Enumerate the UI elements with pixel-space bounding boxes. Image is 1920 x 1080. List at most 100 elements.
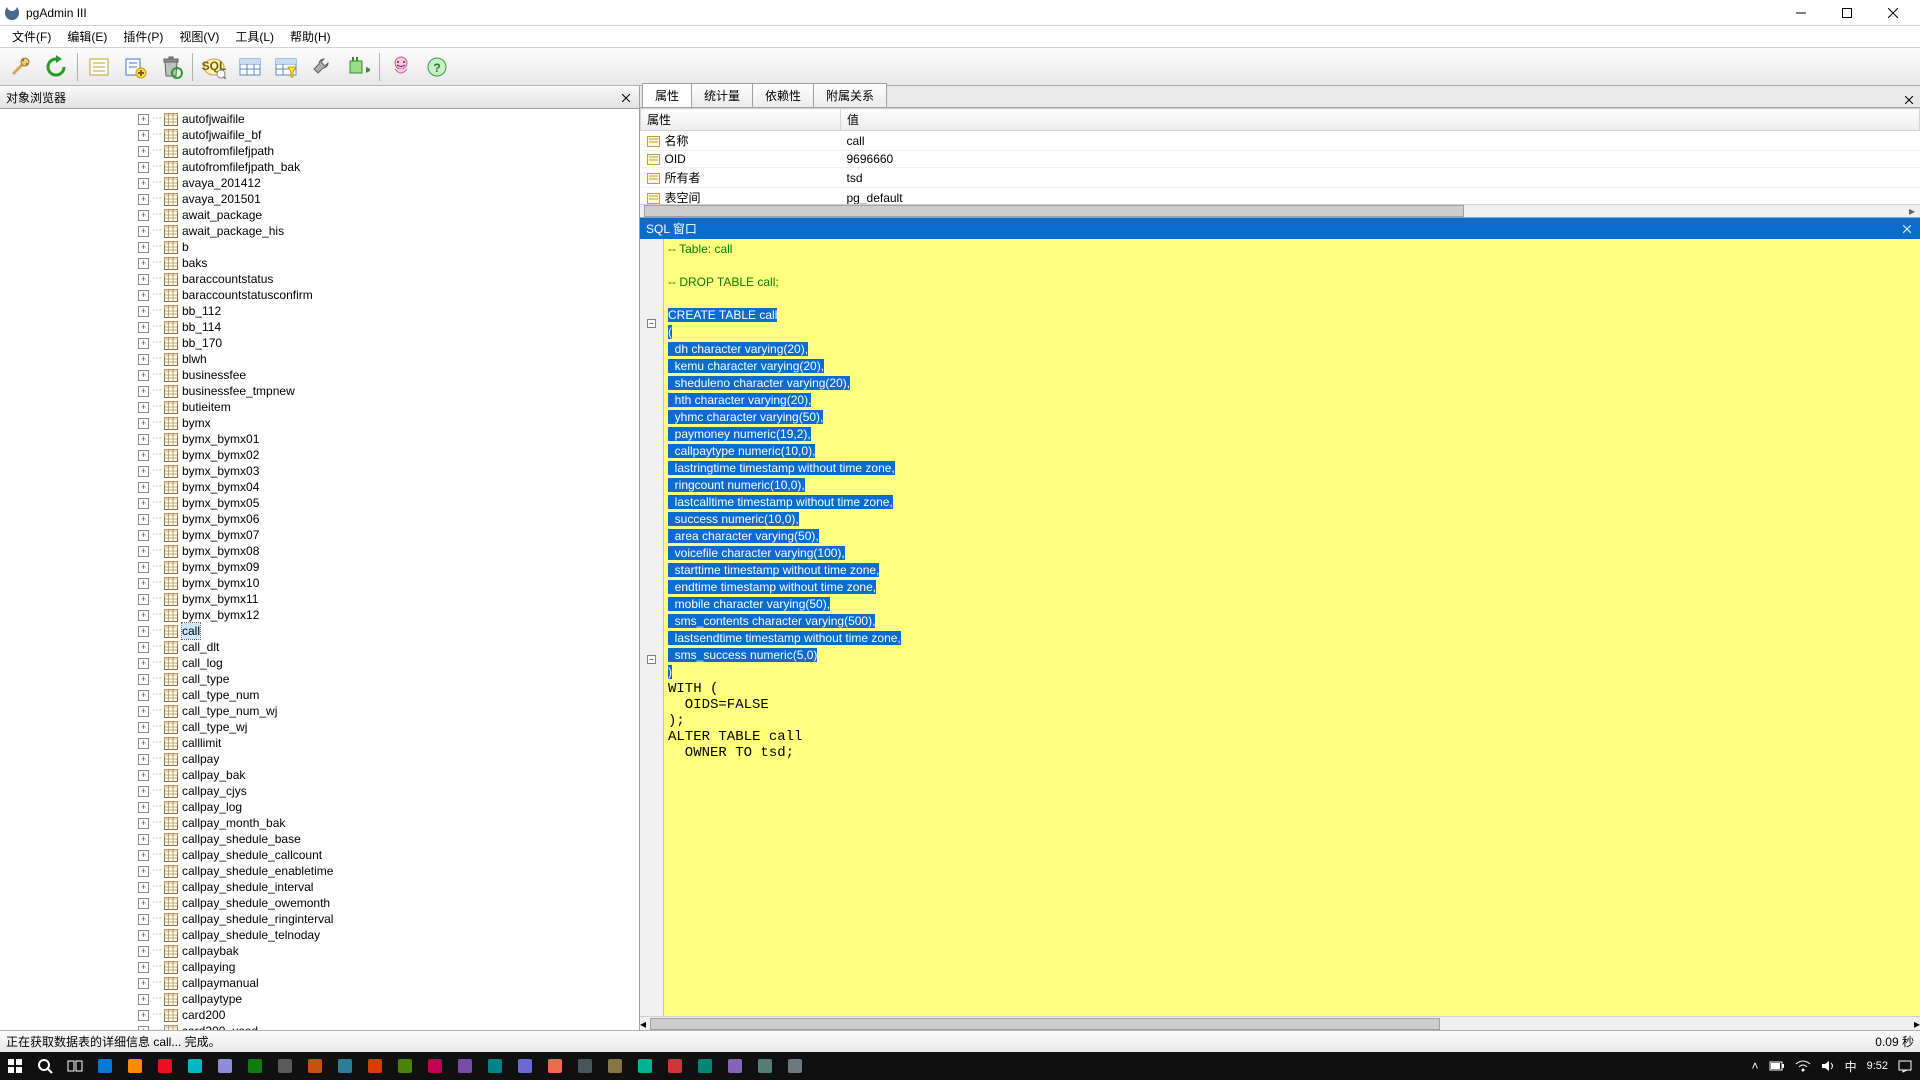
property-row[interactable]: OID9696660 <box>641 151 1920 168</box>
tree-item[interactable]: +⋯await_package <box>138 207 639 223</box>
taskbar-app[interactable] <box>780 1052 810 1080</box>
tree-item[interactable]: +⋯callpay_shedule_base <box>138 831 639 847</box>
sql-scroll-left-icon[interactable]: ◂ <box>640 1017 646 1031</box>
expand-icon[interactable]: + <box>138 418 149 429</box>
menu-view[interactable]: 视图(V) <box>171 26 227 47</box>
object-tree[interactable]: +⋯autofjwaifile+⋯autofjwaifile_bf+⋯autof… <box>0 109 639 1030</box>
fold-icon[interactable]: − <box>647 319 656 328</box>
tab-properties[interactable]: 属性 <box>642 83 692 107</box>
expand-icon[interactable]: + <box>138 594 149 605</box>
expand-icon[interactable]: + <box>138 338 149 349</box>
search-button[interactable] <box>30 1052 60 1080</box>
object-browser-close-icon[interactable] <box>619 91 633 105</box>
drop-button[interactable] <box>154 50 188 84</box>
tree-item[interactable]: +⋯callpay_shedule_telnoday <box>138 927 639 943</box>
expand-icon[interactable]: + <box>138 226 149 237</box>
expand-icon[interactable]: + <box>138 1026 149 1031</box>
tree-item[interactable]: +⋯bymx_bymx10 <box>138 575 639 591</box>
expand-icon[interactable]: + <box>138 722 149 733</box>
tree-item[interactable]: +⋯bb_114 <box>138 319 639 335</box>
expand-icon[interactable]: + <box>138 946 149 957</box>
taskbar-app[interactable] <box>690 1052 720 1080</box>
expand-icon[interactable]: + <box>138 146 149 157</box>
taskbar-app[interactable] <box>480 1052 510 1080</box>
tab-dependents[interactable]: 附属关系 <box>813 83 887 107</box>
taskbar-app[interactable] <box>330 1052 360 1080</box>
expand-icon[interactable]: + <box>138 306 149 317</box>
view-filtered-button[interactable] <box>269 50 303 84</box>
sql-hscroll[interactable]: ◂ ▸ <box>640 1016 1920 1030</box>
taskbar-app[interactable] <box>120 1052 150 1080</box>
taskbar-app[interactable] <box>570 1052 600 1080</box>
expand-icon[interactable]: + <box>138 770 149 781</box>
tree-item[interactable]: +⋯await_package_his <box>138 223 639 239</box>
create-button[interactable] <box>118 50 152 84</box>
details-close-icon[interactable] <box>1902 93 1916 107</box>
properties-grid[interactable]: 属性 值 名称callOID9696660所有者tsd表空间pg_default <box>640 108 1920 204</box>
tree-item[interactable]: +⋯call <box>138 623 639 639</box>
tray-battery-icon[interactable] <box>1769 1061 1785 1071</box>
expand-icon[interactable]: + <box>138 450 149 461</box>
tray-chevron-icon[interactable]: ˄ <box>1752 1059 1759 1073</box>
taskbar-app[interactable] <box>150 1052 180 1080</box>
tree-item[interactable]: +⋯call_type_wj <box>138 719 639 735</box>
expand-icon[interactable]: + <box>138 930 149 941</box>
maximize-button[interactable] <box>1824 0 1870 26</box>
tree-item[interactable]: +⋯bymx_bymx08 <box>138 543 639 559</box>
expand-icon[interactable]: + <box>138 642 149 653</box>
view-data-button[interactable] <box>233 50 267 84</box>
tree-item[interactable]: +⋯avaya_201501 <box>138 191 639 207</box>
expand-icon[interactable]: + <box>138 194 149 205</box>
expand-icon[interactable]: + <box>138 578 149 589</box>
expand-icon[interactable]: + <box>138 370 149 381</box>
taskbar-app[interactable] <box>90 1052 120 1080</box>
help-button[interactable]: ? <box>420 50 454 84</box>
expand-icon[interactable]: + <box>138 898 149 909</box>
tree-item[interactable]: +⋯bymx_bymx09 <box>138 559 639 575</box>
tree-item[interactable]: +⋯bymx_bymx02 <box>138 447 639 463</box>
expand-icon[interactable]: + <box>138 242 149 253</box>
tree-item[interactable]: +⋯callpay <box>138 751 639 767</box>
tray-wifi-icon[interactable] <box>1795 1060 1811 1072</box>
expand-icon[interactable]: + <box>138 610 149 621</box>
property-row[interactable]: 所有者tsd <box>641 168 1920 188</box>
expand-icon[interactable]: + <box>138 738 149 749</box>
expand-icon[interactable]: + <box>138 178 149 189</box>
taskview-button[interactable] <box>60 1052 90 1080</box>
tree-item[interactable]: +⋯call_type_num <box>138 687 639 703</box>
expand-icon[interactable]: + <box>138 498 149 509</box>
expand-icon[interactable]: + <box>138 130 149 141</box>
connect-button[interactable] <box>3 50 37 84</box>
tree-item[interactable]: +⋯callpaying <box>138 959 639 975</box>
tree-item[interactable]: +⋯blwh <box>138 351 639 367</box>
tree-item[interactable]: +⋯autofromfilefjpath_bak <box>138 159 639 175</box>
expand-icon[interactable]: + <box>138 1010 149 1021</box>
expand-icon[interactable]: + <box>138 114 149 125</box>
tree-item[interactable]: +⋯callpay_log <box>138 799 639 815</box>
expand-icon[interactable]: + <box>138 530 149 541</box>
tray-sound-icon[interactable] <box>1821 1060 1835 1072</box>
tree-item[interactable]: +⋯bymx_bymx01 <box>138 431 639 447</box>
minimize-button[interactable] <box>1778 0 1824 26</box>
taskbar-app[interactable] <box>420 1052 450 1080</box>
expand-icon[interactable]: + <box>138 818 149 829</box>
expand-icon[interactable]: + <box>138 482 149 493</box>
tree-item[interactable]: +⋯bymx <box>138 415 639 431</box>
expand-icon[interactable]: + <box>138 562 149 573</box>
expand-icon[interactable]: + <box>138 322 149 333</box>
tree-item[interactable]: +⋯bymx_bymx05 <box>138 495 639 511</box>
tree-item[interactable]: +⋯card200_used <box>138 1023 639 1030</box>
tree-item[interactable]: +⋯autofromfilefjpath <box>138 143 639 159</box>
expand-icon[interactable]: + <box>138 802 149 813</box>
tree-item[interactable]: +⋯callpay_month_bak <box>138 815 639 831</box>
tree-item[interactable]: +⋯baks <box>138 255 639 271</box>
tree-item[interactable]: +⋯bymx_bymx06 <box>138 511 639 527</box>
scroll-right-icon[interactable]: ▸ <box>1904 204 1920 218</box>
tree-item[interactable]: +⋯avaya_201412 <box>138 175 639 191</box>
taskbar-app[interactable] <box>600 1052 630 1080</box>
taskbar-app[interactable] <box>180 1052 210 1080</box>
expand-icon[interactable]: + <box>138 962 149 973</box>
tree-item[interactable]: +⋯call_log <box>138 655 639 671</box>
tree-item[interactable]: +⋯bymx_bymx04 <box>138 479 639 495</box>
expand-icon[interactable]: + <box>138 786 149 797</box>
